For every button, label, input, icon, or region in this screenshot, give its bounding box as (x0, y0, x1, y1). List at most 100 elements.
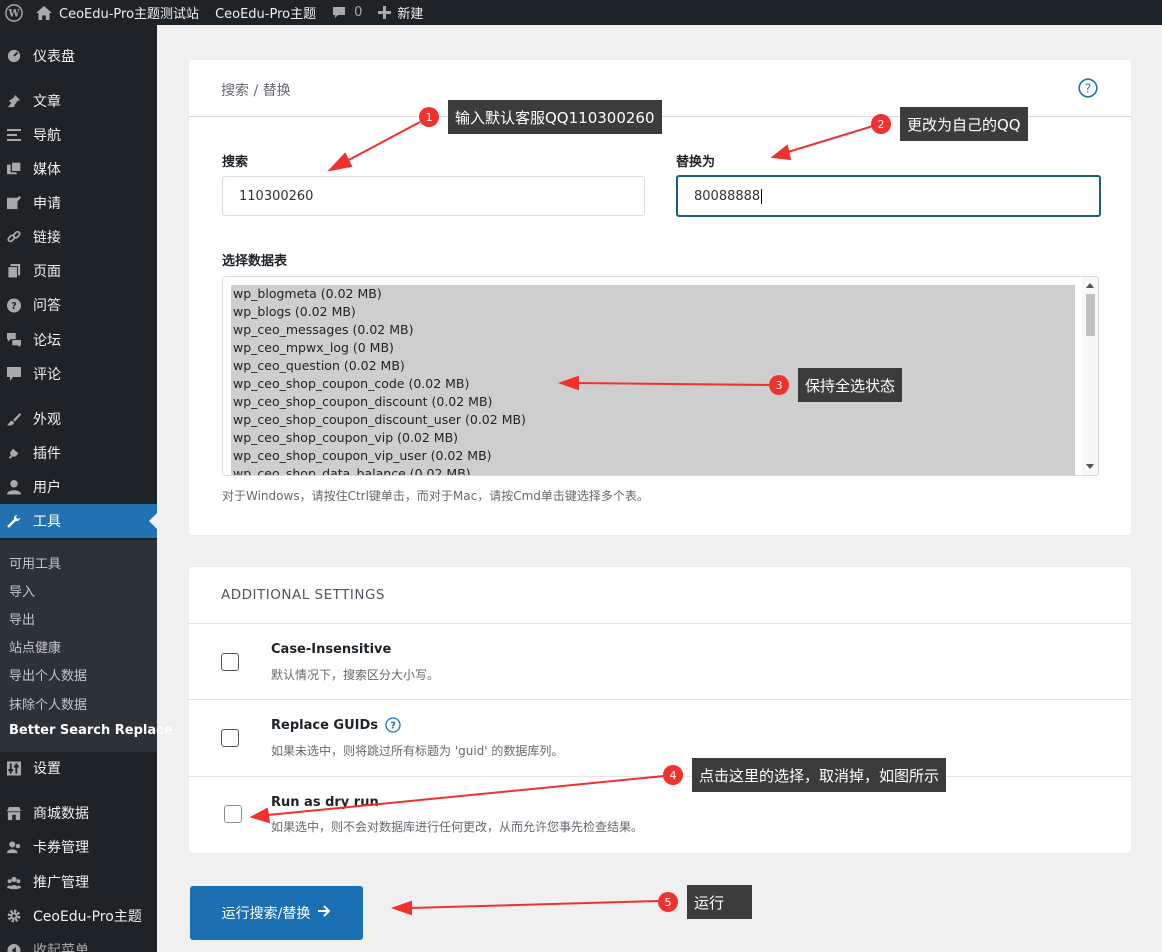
divider (189, 623, 1131, 624)
table-option[interactable]: wp_ceo_messages (0.02 MB) (231, 321, 1075, 339)
run-button-label: 运行搜索/替换 (221, 906, 311, 922)
sidebar-item-settings[interactable]: 设置 (0, 751, 157, 785)
case-insensitive-title: Case-Insensitive (271, 642, 392, 657)
replace-guids-checkbox[interactable] (221, 729, 239, 747)
table-option[interactable]: wp_blogs (0.02 MB) (231, 303, 1075, 321)
svg-text:?: ? (11, 301, 16, 312)
sidebar-item-plugins[interactable]: 插件 (0, 436, 157, 470)
question-icon: ? (7, 298, 21, 312)
wrench-icon (7, 514, 21, 528)
annotation-badge-1: 1 (419, 107, 439, 127)
additional-settings-title: ADDITIONAL SETTINGS (221, 587, 385, 603)
media-icon (7, 161, 21, 176)
table-option[interactable]: wp_ceo_question (0.02 MB) (231, 357, 1075, 375)
scroll-down-icon[interactable] (1086, 464, 1094, 469)
sidebar-item-navigation[interactable]: 导航 (0, 118, 157, 152)
replace-guids-desc: 如果未选中，则将跳过所有标题为 'guid' 的数据库列。 (271, 744, 564, 758)
sidebar-item-tools[interactable]: 工具 (0, 504, 157, 538)
tables-multiselect[interactable]: wp_blogmeta (0.02 MB) wp_blogs (0.02 MB)… (222, 276, 1099, 476)
sidebar-item-store-data[interactable]: 商城数据 (0, 796, 157, 830)
sidebar-item-pages[interactable]: 页面 (0, 254, 157, 288)
submenu-site-health[interactable]: 站点健康 (9, 637, 61, 656)
submenu-better-search-replace[interactable]: Better Search Replace (9, 723, 173, 738)
pages-icon (7, 264, 21, 279)
list-icon (7, 128, 21, 142)
table-option[interactable]: wp_ceo_shop_coupon_vip_user (0.02 MB) (231, 447, 1075, 465)
table-option[interactable]: wp_ceo_shop_coupon_discount_user (0.02 M… (231, 411, 1075, 429)
pin-icon (7, 94, 21, 108)
annotation-badge-5: 5 (658, 892, 678, 912)
submenu-erase-personal-data[interactable]: 抹除个人数据 (9, 694, 87, 713)
help-icon[interactable]: ? (385, 717, 401, 733)
search-label: 搜索 (222, 155, 249, 170)
run-search-replace-button[interactable]: 运行搜索/替换 (190, 886, 363, 940)
submenu-import[interactable]: 导入 (9, 581, 35, 600)
sidebar-item-media[interactable]: 媒体 (0, 152, 157, 186)
site-name: CeoEdu-Pro主题测试站 (59, 7, 200, 22)
theme-name: CeoEdu-Pro主题 (215, 7, 317, 22)
sidebar-item-dashboard[interactable]: 仪表盘 (0, 39, 157, 73)
divider (189, 776, 1131, 777)
wordpress-logo-icon[interactable]: W (0, 0, 28, 25)
annotation-label-4: 点击这里的选择，取消掉，如图所示 (692, 758, 947, 792)
dry-run-title: Run as dry run (271, 795, 379, 810)
sidebar-item-links[interactable]: 链接 (0, 220, 157, 254)
sidebar-item-qa[interactable]: ? 问答 (0, 288, 157, 322)
submenu-available-tools[interactable]: 可用工具 (9, 553, 61, 572)
replace-guids-label: Replace GUIDs (271, 717, 379, 733)
search-input[interactable]: 110300260 (222, 176, 645, 216)
annotation-badge-4: 4 (663, 765, 683, 785)
sidebar-collapse-menu[interactable]: 收起菜单 (0, 933, 157, 952)
table-option[interactable]: wp_ceo_mpwx_log (0 MB) (231, 339, 1075, 357)
scroll-up-icon[interactable] (1086, 283, 1094, 288)
search-input-value: 110300260 (239, 188, 314, 204)
plus-icon (378, 6, 392, 19)
sidebar-item-applications[interactable]: 申请 (0, 186, 157, 220)
case-insensitive-desc: 默认情况下，搜索区分大小写。 (271, 668, 440, 682)
new-content-link[interactable]: 新建 (370, 0, 431, 25)
user-icon (7, 480, 21, 495)
brush-icon (7, 412, 21, 426)
dashboard-icon (7, 49, 21, 63)
submenu-export[interactable]: 导出 (9, 609, 35, 628)
table-option[interactable]: wp_ceo_shop_coupon_code (0.02 MB) (231, 375, 1075, 393)
sidebar-item-comments[interactable]: 评论 (0, 357, 157, 391)
annotation-label-3: 保持全选状态 (798, 368, 903, 402)
annotation-badge-2: 2 (871, 114, 891, 134)
table-option[interactable]: wp_ceo_shop_coupon_vip (0.02 MB) (231, 429, 1075, 447)
plugin-icon (7, 446, 21, 460)
sidebar-item-theme-settings[interactable]: CeoEdu-Pro主题 (0, 899, 157, 933)
table-option[interactable]: wp_blogmeta (0.02 MB) (231, 285, 1075, 303)
comments-link[interactable]: 0 (324, 0, 370, 25)
coupon-icon (7, 840, 21, 854)
site-name-link[interactable]: CeoEdu-Pro主题测试站 (28, 0, 207, 25)
sidebar-item-promotion-management[interactable]: 推广管理 (0, 865, 157, 899)
replace-input-value: 80088888 (694, 188, 761, 204)
help-icon[interactable]: ? (1078, 78, 1098, 102)
sidebar-item-users[interactable]: 用户 (0, 470, 157, 504)
sidebar-item-appearance[interactable]: 外观 (0, 402, 157, 436)
sidebar-item-forum[interactable]: 论坛 (0, 323, 157, 357)
additional-settings-card: ADDITIONAL SETTINGS Case-Insensitive 默认情… (189, 567, 1131, 853)
theme-link[interactable]: CeoEdu-Pro主题 (207, 0, 324, 25)
tools-submenu: 可用工具 导入 导出 站点健康 导出个人数据 抹除个人数据 Better Sea… (0, 540, 173, 752)
tables-scrollbar[interactable] (1082, 277, 1098, 475)
scrollbar-thumb[interactable] (1086, 294, 1095, 336)
table-option[interactable]: wp_ceo_shop_data_balance (0.02 MB) (231, 465, 1075, 475)
admin-sidebar: 仪表盘 文章 导航 媒体 申请 链接 页面 ? 问答 论坛 评论 外观 插件 用… (0, 25, 173, 952)
comment-icon (332, 6, 346, 19)
dry-run-checkbox[interactable] (224, 805, 242, 823)
settings-icon (7, 761, 21, 775)
annotation-label-2: 更改为自己的QQ (900, 107, 1028, 141)
gear-icon (7, 909, 21, 923)
replace-input[interactable]: 80088888 (676, 175, 1101, 217)
submenu-export-personal-data[interactable]: 导出个人数据 (9, 665, 87, 684)
sidebar-item-coupon-management[interactable]: 卡券管理 (0, 830, 157, 864)
home-icon (36, 5, 52, 20)
case-insensitive-checkbox[interactable] (221, 653, 239, 671)
annotation-label-1: 输入默认客服QQ110300260 (448, 100, 662, 134)
sidebar-item-posts[interactable]: 文章 (0, 84, 157, 118)
edit-icon (7, 195, 21, 210)
annotation-label-5: 运行 (687, 885, 752, 919)
table-option[interactable]: wp_ceo_shop_coupon_discount (0.02 MB) (231, 393, 1075, 411)
